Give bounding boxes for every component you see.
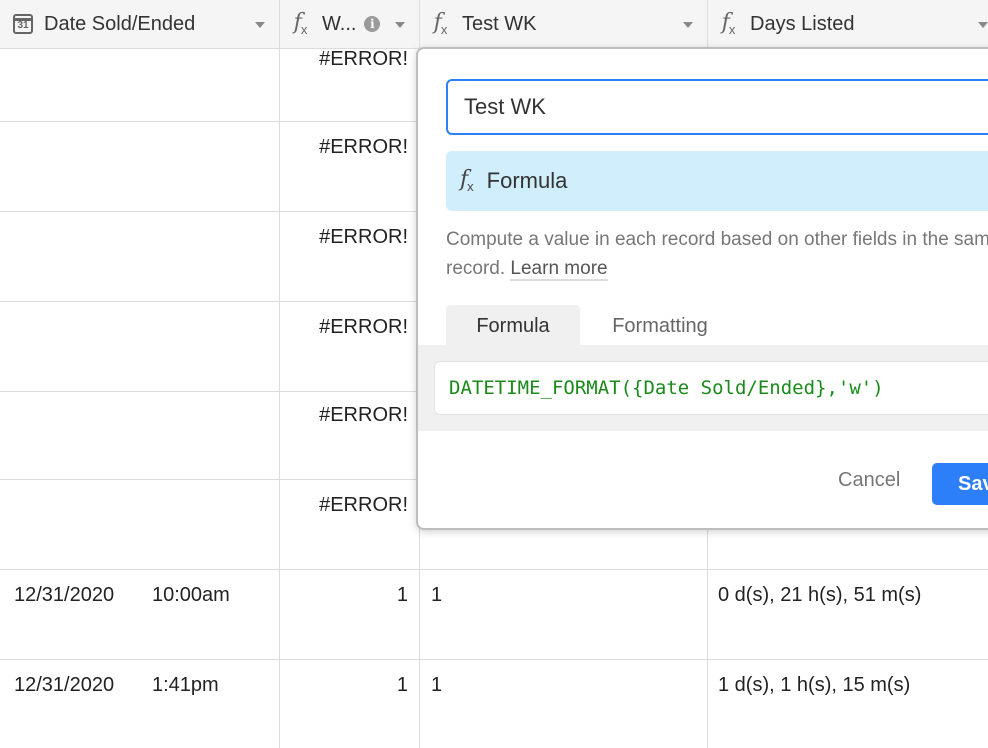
formula-icon: fx bbox=[721, 9, 736, 38]
chevron-down-icon[interactable] bbox=[255, 22, 265, 28]
chevron-down-icon[interactable] bbox=[395, 22, 405, 28]
cell-test-wk: 1 bbox=[431, 674, 443, 696]
table-row[interactable]: 12/31/2020 10:00am 1 1 0 d(s), 21 h(s), … bbox=[0, 570, 988, 660]
field-type-select[interactable]: fx Formula bbox=[446, 151, 988, 211]
save-button[interactable]: Save bbox=[932, 463, 988, 505]
cell-time[interactable]: 10:00am bbox=[152, 584, 230, 607]
cell-w: #ERROR! bbox=[319, 226, 408, 248]
cell-time[interactable]: 1:41pm bbox=[152, 674, 219, 697]
cancel-button[interactable]: Cancel bbox=[838, 469, 900, 492]
column-header-label: W... bbox=[322, 12, 357, 35]
field-type-label: Formula bbox=[486, 168, 568, 193]
column-header-date-sold[interactable]: 31 Date Sold/Ended bbox=[0, 0, 280, 48]
column-header-w[interactable]: fx W... i bbox=[280, 0, 420, 48]
column-header-days-listed[interactable]: fx Days Listed bbox=[708, 0, 988, 48]
column-header-label: Days Listed bbox=[750, 12, 855, 35]
field-type-description: Compute a value in each record based on … bbox=[446, 229, 988, 281]
cell-w: 1 bbox=[396, 674, 408, 696]
calendar-icon: 31 bbox=[12, 13, 34, 35]
tab-formula[interactable]: Formula bbox=[446, 305, 580, 347]
table-row[interactable]: 12/31/2020 1:41pm 1 1 1 d(s), 1 h(s), 15… bbox=[0, 660, 988, 748]
column-header-label: Test WK bbox=[462, 12, 537, 35]
formula-input[interactable]: DATETIME_FORMAT({Date Sold/Ended},'w') bbox=[434, 361, 988, 415]
cell-w: #ERROR! bbox=[319, 316, 408, 338]
tab-formatting[interactable]: Formatting bbox=[580, 305, 740, 347]
cell-days-listed: 1 d(s), 1 h(s), 15 m(s) bbox=[718, 674, 911, 696]
formula-editor-area: DATETIME_FORMAT({Date Sold/Ended},'w') bbox=[418, 345, 988, 431]
formula-icon: fx bbox=[293, 9, 308, 38]
cell-days-listed: 0 d(s), 21 h(s), 51 m(s) bbox=[718, 584, 922, 606]
column-header-test-wk[interactable]: fx Test WK bbox=[420, 0, 708, 48]
learn-more-link[interactable]: Learn more bbox=[510, 258, 608, 281]
chevron-down-icon[interactable] bbox=[978, 22, 988, 28]
cell-date[interactable]: 12/31/2020 bbox=[14, 584, 114, 607]
cell-date[interactable]: 12/31/2020 bbox=[14, 674, 114, 697]
cell-test-wk: 1 bbox=[431, 584, 443, 606]
field-name-input[interactable]: Test WK bbox=[446, 79, 988, 135]
formula-icon: fx bbox=[433, 9, 448, 38]
field-config-popover: Test WK fx Formula Compute a value in ea… bbox=[416, 47, 988, 530]
cell-w: #ERROR! bbox=[319, 48, 408, 70]
info-icon[interactable]: i bbox=[364, 16, 381, 32]
column-header-label: Date Sold/Ended bbox=[44, 12, 196, 35]
cell-w: #ERROR! bbox=[319, 494, 408, 516]
cell-w: #ERROR! bbox=[319, 136, 408, 158]
cell-w: 1 bbox=[396, 584, 408, 606]
grid-header: 31 Date Sold/Ended fx W... i fx Test WK … bbox=[0, 0, 988, 49]
formula-icon: fx bbox=[460, 166, 474, 195]
cell-w: #ERROR! bbox=[319, 404, 408, 426]
chevron-down-icon[interactable] bbox=[683, 22, 693, 28]
